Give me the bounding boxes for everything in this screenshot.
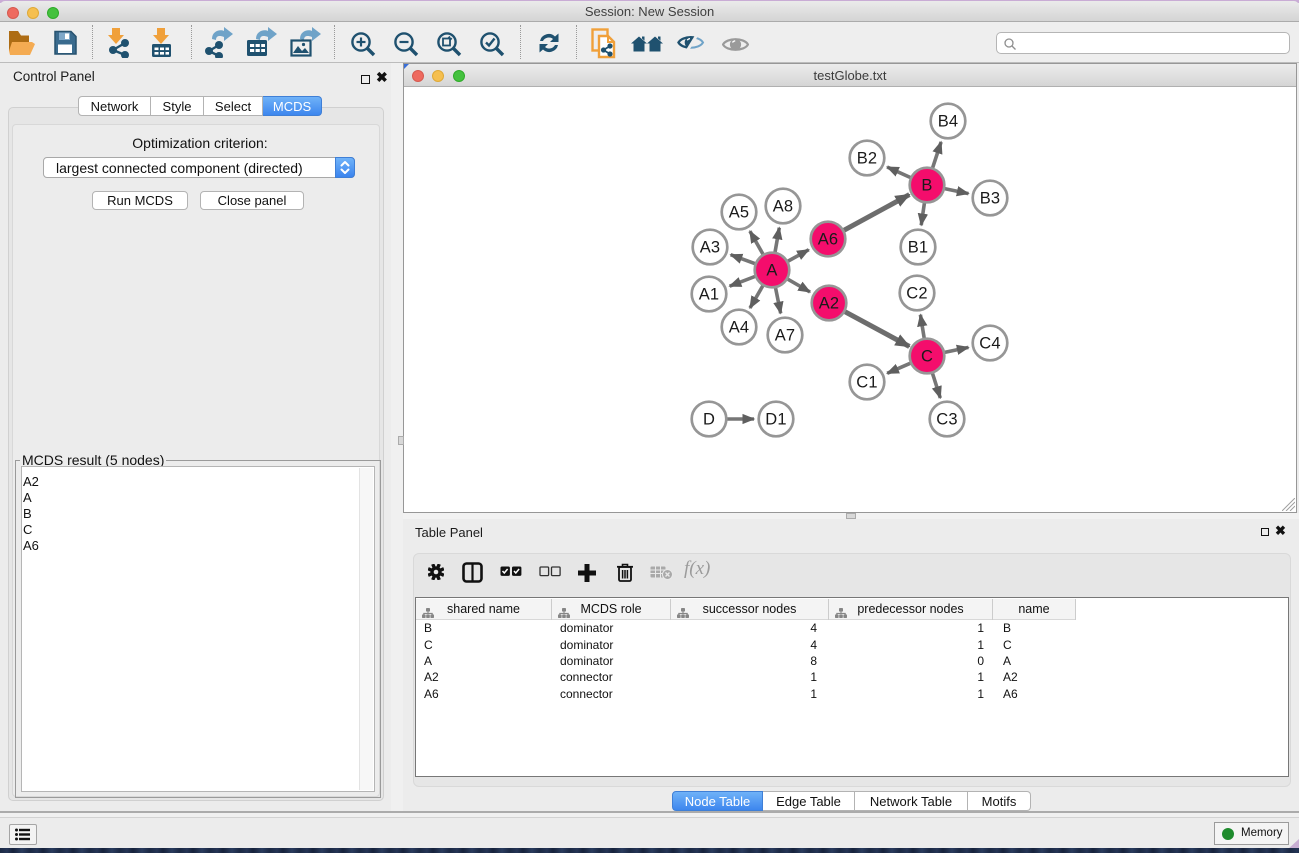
svg-text:B3: B3 [980,190,1001,208]
svg-text:A8: A8 [773,198,794,216]
svg-text:A5: A5 [729,204,750,222]
svg-text:C3: C3 [936,411,958,429]
svg-text:B1: B1 [908,239,929,257]
svg-text:D: D [703,411,715,429]
svg-text:C: C [921,348,933,366]
svg-text:A6: A6 [818,231,839,249]
svg-text:A1: A1 [699,286,720,304]
svg-text:A2: A2 [819,295,840,313]
svg-text:C4: C4 [979,335,1001,353]
svg-text:B: B [921,177,932,195]
svg-text:A3: A3 [700,239,721,257]
svg-text:C2: C2 [906,285,928,303]
svg-text:A7: A7 [775,327,796,345]
svg-text:B4: B4 [938,113,959,131]
svg-text:D1: D1 [765,411,787,429]
svg-text:A: A [766,262,777,280]
svg-text:B2: B2 [857,150,878,168]
svg-text:C1: C1 [856,374,878,392]
svg-text:A4: A4 [729,319,750,337]
